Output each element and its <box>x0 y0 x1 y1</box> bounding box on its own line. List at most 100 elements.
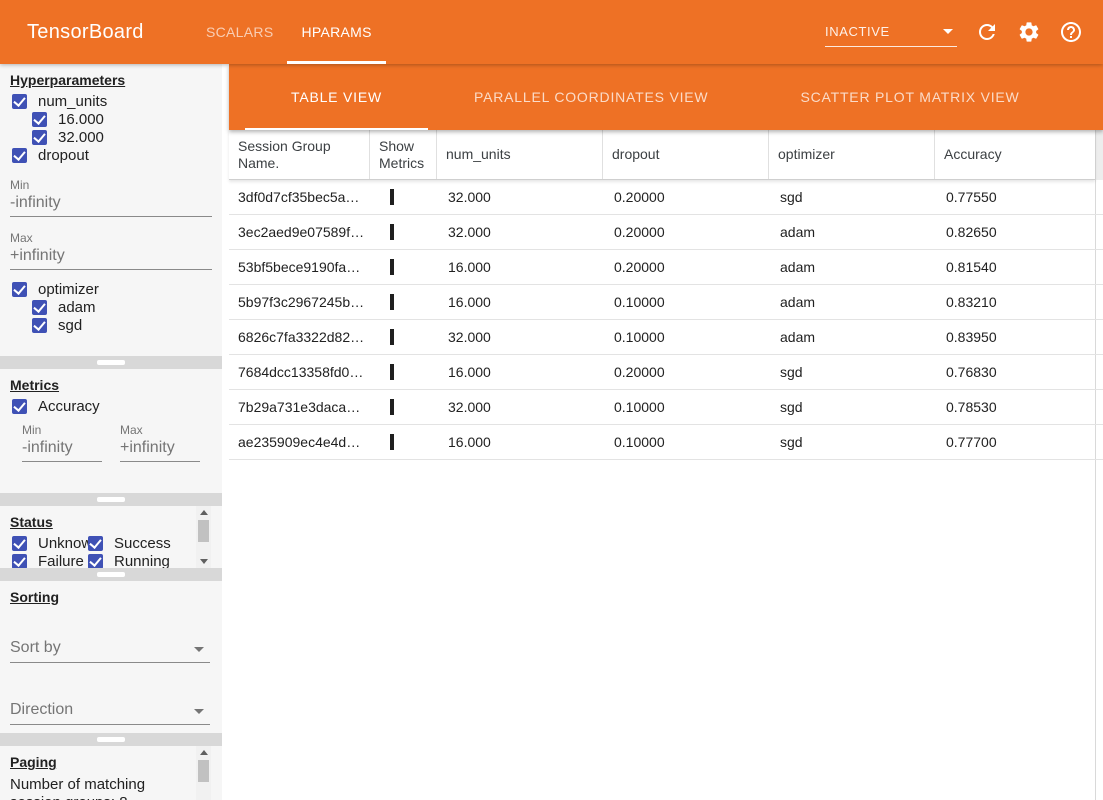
num-units-value: 32.000 <box>437 224 603 240</box>
scroll-down-icon[interactable] <box>196 555 211 568</box>
column-header-session-group-name[interactable]: Session Group Name. <box>229 130 370 179</box>
column-header-show-metrics[interactable]: Show Metrics <box>370 130 437 179</box>
num-units-value: 16.000 <box>437 259 603 275</box>
section-resize-handle[interactable] <box>97 737 125 742</box>
direction-select[interactable]: Direction <box>10 695 210 725</box>
accuracy-value: 0.77700 <box>935 434 1095 450</box>
table-header-row: Session Group Name. Show Metrics num_uni… <box>229 130 1095 180</box>
success-checkbox[interactable] <box>88 536 103 551</box>
accuracy-value: 0.78530 <box>935 399 1095 415</box>
num-units-value-row: 16.000 <box>32 110 222 128</box>
column-header-accuracy[interactable]: Accuracy <box>935 130 1095 179</box>
hparams-sidebar: Hyperparameters num_units 16.000 32.000 … <box>0 64 222 800</box>
num-units-value: 32.000 <box>437 399 603 415</box>
metrics-heading: Metrics <box>10 377 222 393</box>
scroll-up-icon[interactable] <box>196 506 211 519</box>
sgd-checkbox[interactable] <box>32 318 47 333</box>
status-running-row: Running <box>88 552 180 568</box>
dropout-value: 0.10000 <box>603 294 769 310</box>
chevron-down-icon <box>943 29 953 34</box>
show-metrics-cell <box>370 434 437 450</box>
accuracy-checkbox[interactable] <box>12 399 27 414</box>
metric-accuracy-row: Accuracy <box>12 397 222 415</box>
paging-section: Paging Number of matching session groups… <box>0 746 222 800</box>
help-button[interactable] <box>1059 20 1083 44</box>
session-group-name: 3ec2aed9e07589f… <box>229 224 370 240</box>
accuracy-value: 0.83950 <box>935 329 1095 345</box>
running-checkbox[interactable] <box>88 554 103 569</box>
paging-scrollbar[interactable] <box>196 746 211 800</box>
accuracy-label: Accuracy <box>38 398 100 415</box>
adam-checkbox[interactable] <box>32 300 47 315</box>
session-group-name: ae235909ec4e4d… <box>229 434 370 450</box>
hparam-dropout-row: dropout <box>12 146 222 164</box>
show-metrics-checkbox[interactable] <box>390 224 394 240</box>
hyperparameters-heading: Hyperparameters <box>10 72 222 88</box>
hparams-main-pane: TABLE VIEW PARALLEL COORDINATES VIEW SCA… <box>229 64 1103 800</box>
settings-button[interactable] <box>1017 20 1041 44</box>
table-row: 6826c7fa3322d82… 32.000 0.10000 adam 0.8… <box>229 320 1103 355</box>
show-metrics-checkbox[interactable] <box>390 434 394 450</box>
column-header-num-units[interactable]: num_units <box>437 130 603 179</box>
value-16-label: 16.000 <box>58 111 104 128</box>
scrollbar-thumb[interactable] <box>198 520 209 542</box>
optimizer-checkbox[interactable] <box>12 282 27 297</box>
refresh-button[interactable] <box>975 20 999 44</box>
optimizer-value: adam <box>769 294 935 310</box>
show-metrics-checkbox[interactable] <box>390 259 394 275</box>
status-failure-row: Failure <box>12 552 88 568</box>
show-metrics-checkbox[interactable] <box>390 399 394 415</box>
show-metrics-checkbox[interactable] <box>390 189 394 205</box>
show-metrics-checkbox[interactable] <box>390 294 394 310</box>
unknown-checkbox[interactable] <box>12 536 27 551</box>
section-resize-handle[interactable] <box>97 360 125 365</box>
section-resize-handle[interactable] <box>97 572 125 577</box>
section-resize-handle[interactable] <box>97 497 125 502</box>
show-metrics-checkbox[interactable] <box>390 364 394 380</box>
scroll-up-icon[interactable] <box>196 746 211 759</box>
optimizer-value-row: sgd <box>32 316 222 334</box>
table-row: ae235909ec4e4d… 16.000 0.10000 sgd 0.777… <box>229 425 1103 460</box>
optimizer-value: sgd <box>769 189 935 205</box>
tab-parallel-coordinates-view[interactable]: PARALLEL COORDINATES VIEW <box>428 64 754 130</box>
success-label: Success <box>114 535 171 552</box>
hparam-optimizer-row: optimizer <box>12 280 222 298</box>
dropout-value: 0.20000 <box>603 189 769 205</box>
scrollbar-thumb[interactable] <box>198 760 209 782</box>
adam-label: adam <box>58 299 96 316</box>
accuracy-min-field: Min <box>22 423 102 462</box>
column-header-dropout[interactable]: dropout <box>603 130 769 179</box>
dropout-checkbox[interactable] <box>12 148 27 163</box>
accuracy-min-input[interactable] <box>22 437 102 462</box>
dropout-max-input[interactable] <box>10 245 212 270</box>
dropout-label: dropout <box>38 147 89 164</box>
dropout-min-input[interactable] <box>10 192 212 217</box>
value-32-checkbox[interactable] <box>32 130 47 145</box>
accuracy-max-input[interactable] <box>120 437 200 462</box>
num-units-value: 16.000 <box>437 434 603 450</box>
status-options: Unknown Success Failure Running <box>0 534 222 568</box>
tab-scalars[interactable]: SCALARS <box>192 0 287 64</box>
failure-checkbox[interactable] <box>12 554 27 569</box>
optimizer-value: sgd <box>769 364 935 380</box>
sort-by-select[interactable]: Sort by <box>10 633 210 663</box>
value-16-checkbox[interactable] <box>32 112 47 127</box>
tab-hparams[interactable]: HPARAMS <box>287 0 385 64</box>
running-label: Running <box>114 553 170 569</box>
reload-status-select[interactable]: INACTIVE <box>825 17 957 47</box>
tab-table-view[interactable]: TABLE VIEW <box>245 64 428 130</box>
accuracy-value: 0.81540 <box>935 259 1095 275</box>
sort-by-value: Sort by <box>10 639 61 662</box>
num-units-checkbox[interactable] <box>12 94 27 109</box>
show-metrics-checkbox[interactable] <box>390 329 394 345</box>
column-header-optimizer[interactable]: optimizer <box>769 130 935 179</box>
matching-groups-text: Number of matching session groups: 8 <box>10 776 192 800</box>
dropout-value: 0.20000 <box>603 364 769 380</box>
tab-scatter-plot-matrix-view[interactable]: SCATTER PLOT MATRIX VIEW <box>754 64 1065 130</box>
status-section: Status Unknown Success Failure Running <box>0 506 222 568</box>
help-icon <box>1059 20 1083 44</box>
sorting-section: Sorting Sort by Direction <box>0 581 222 733</box>
status-scrollbar[interactable] <box>196 506 211 568</box>
hyperparameters-section: Hyperparameters num_units 16.000 32.000 … <box>0 64 222 356</box>
optimizer-value: sgd <box>769 434 935 450</box>
